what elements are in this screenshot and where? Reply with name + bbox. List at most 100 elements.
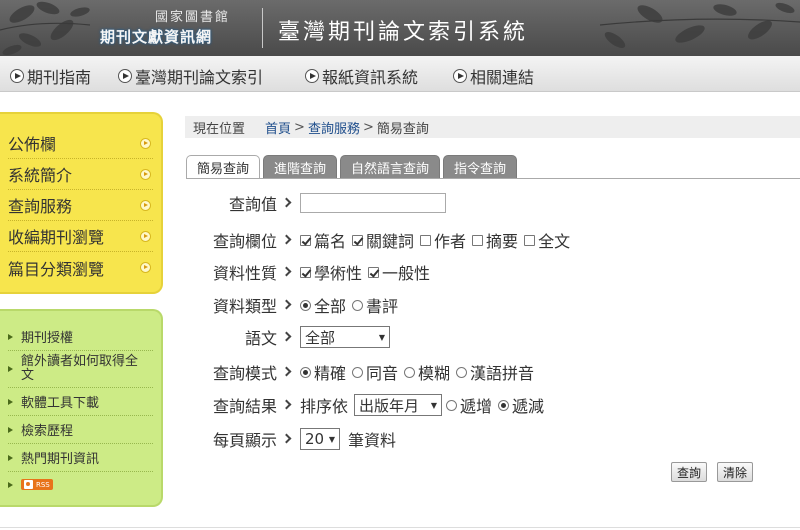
breadcrumb-home-link[interactable]: 首頁 <box>265 118 291 137</box>
side-link-label: 檢索歷程 <box>21 424 74 439</box>
mode-option-pinyin[interactable]: 漢語拼音 <box>456 360 534 384</box>
checkbox-checked[interactable] <box>352 234 364 246</box>
triangle-right-icon <box>8 333 13 340</box>
query-result-label: 查詢結果 <box>212 397 277 416</box>
checkbox-unchecked[interactable] <box>420 234 432 246</box>
nav-item-journal-guide[interactable]: 期刊指南 <box>10 64 91 88</box>
nav-item-related-links[interactable]: 相關連結 <box>453 64 534 88</box>
system-title[interactable]: 臺灣期刊論文索引系統 <box>278 14 528 46</box>
triangle-right-icon <box>8 454 13 461</box>
side-link-authorization[interactable]: 期刊授權 <box>8 323 153 351</box>
mode-option-exact[interactable]: 精確 <box>300 360 346 384</box>
sort-option-descending[interactable]: 遞減 <box>498 393 544 417</box>
option-label: 全文 <box>538 232 571 251</box>
field-option-fulltext[interactable]: 全文 <box>524 228 570 252</box>
clear-button[interactable]: 清除 <box>717 462 754 482</box>
sort-selected-value: 出版年月 <box>359 396 420 415</box>
nav-item-label: 相關連結 <box>470 68 535 87</box>
radio-unselected[interactable] <box>446 399 458 411</box>
side-item-label: 查詢服務 <box>8 197 73 216</box>
side-item-category-browse[interactable]: 篇目分類瀏覽 <box>8 252 153 283</box>
radio-selected[interactable] <box>300 299 311 311</box>
query-value-input[interactable] <box>300 193 446 213</box>
nav-item-newspaper[interactable]: 報紙資訊系統 <box>305 64 418 88</box>
checkbox-unchecked[interactable] <box>472 234 484 246</box>
radio-unselected[interactable] <box>456 366 468 378</box>
side-link-rss[interactable]: RSS <box>8 472 153 497</box>
mode-option-homophone[interactable]: 同音 <box>352 360 398 384</box>
tab-simple-search[interactable]: 簡易查詢 <box>186 155 261 179</box>
radio-unselected[interactable] <box>404 366 416 378</box>
checkbox-checked[interactable] <box>300 234 311 246</box>
tab-advanced-search[interactable]: 進階查詢 <box>263 155 338 179</box>
side-link-label: 期刊授權 <box>21 331 74 346</box>
breadcrumb-separator: > <box>294 119 305 135</box>
breadcrumb-section-link[interactable]: 查詢服務 <box>308 118 360 137</box>
option-label: 遞增 <box>460 397 493 416</box>
triangle-right-icon <box>8 426 13 433</box>
tab-underline <box>186 178 800 179</box>
dropdown-arrow-icon: ▼ <box>430 400 438 410</box>
nav-item-taiwan-index[interactable]: 臺灣期刊論文索引 <box>118 64 263 88</box>
radio-unselected[interactable] <box>352 299 364 311</box>
sort-field-select[interactable]: 出版年月 ▼ <box>354 394 443 416</box>
sort-option-ascending[interactable]: 遞增 <box>446 393 492 417</box>
checkbox-unchecked[interactable] <box>524 234 536 246</box>
field-option-keyword[interactable]: 關鍵詞 <box>352 228 414 252</box>
nature-option-academic[interactable]: 學術性 <box>300 260 362 284</box>
side-link-popular-journals[interactable]: 熱門期刊資訊 <box>8 444 153 472</box>
option-label: 一般性 <box>382 264 431 283</box>
side-link-label: 館外讀者如何取得全文 <box>21 354 139 383</box>
side-link-search-history[interactable]: 檢索歷程 <box>8 416 153 444</box>
side-item-intro[interactable]: 系統簡介 <box>8 159 153 190</box>
row-query-result: 查詢結果 排序依 出版年月 ▼ 遞增 遞減 <box>185 393 550 417</box>
per-page-select[interactable]: 20 ▼ <box>300 428 340 450</box>
side-item-journal-browse[interactable]: 收編期刊瀏覽 <box>8 221 153 252</box>
checkbox-checked[interactable] <box>300 266 311 278</box>
rss-badge[interactable]: RSS <box>21 479 53 490</box>
arrow-circle-icon <box>140 168 151 180</box>
type-option-all[interactable]: 全部 <box>300 293 346 317</box>
per-page-label: 每頁顯示 <box>212 431 277 450</box>
org-subtitle: 國家圖書館 <box>155 10 231 25</box>
footer-divider <box>0 527 800 528</box>
radio-selected[interactable] <box>300 366 311 378</box>
chevron-right-icon <box>281 234 292 244</box>
play-circle-icon <box>453 69 467 83</box>
breadcrumb: 現在位置 首頁 > 查詢服務 > 簡易查詢 <box>185 116 800 138</box>
query-value-label: 查詢值 <box>228 195 277 214</box>
option-label: 篇名 <box>314 232 347 251</box>
type-option-review[interactable]: 書評 <box>352 293 398 317</box>
side-item-bulletin[interactable]: 公佈欄 <box>8 128 153 159</box>
field-option-abstract[interactable]: 摘要 <box>472 228 518 252</box>
site-header: 國家圖書館 期刊文獻資訊網 臺灣期刊論文索引系統 <box>0 0 800 56</box>
search-button[interactable]: 查詢 <box>671 462 708 482</box>
language-label: 語文 <box>244 329 277 348</box>
nature-option-general[interactable]: 一般性 <box>368 260 430 284</box>
main-side-menu: 公佈欄 系統簡介 查詢服務 收編期刊瀏覽 篇目分類瀏覽 <box>0 112 163 294</box>
side-item-label: 公佈欄 <box>8 135 57 154</box>
side-item-search-service[interactable]: 查詢服務 <box>8 190 153 221</box>
row-language: 語文 全部 ▼ <box>185 325 390 349</box>
nav-item-label: 報紙資訊系統 <box>322 68 419 87</box>
tab-command-search[interactable]: 指令查詢 <box>443 155 518 179</box>
option-label: 作者 <box>434 232 467 251</box>
row-query-mode: 查詢模式 精確 同音 模糊 漢語拼音 <box>185 360 540 384</box>
data-type-label: 資料類型 <box>212 297 277 316</box>
radio-selected[interactable] <box>498 399 510 411</box>
side-link-software-download[interactable]: 軟體工具下載 <box>8 388 153 416</box>
org-name[interactable]: 期刊文獻資訊網 <box>100 26 212 47</box>
tab-natural-language-search[interactable]: 自然語言查詢 <box>340 155 441 179</box>
side-item-label: 收編期刊瀏覽 <box>8 228 105 247</box>
chevron-right-icon <box>281 399 292 409</box>
side-link-fulltext-access[interactable]: 館外讀者如何取得全文 <box>8 351 153 388</box>
radio-unselected[interactable] <box>352 366 364 378</box>
field-option-title[interactable]: 篇名 <box>300 228 346 252</box>
mode-option-fuzzy[interactable]: 模糊 <box>404 360 450 384</box>
field-option-author[interactable]: 作者 <box>420 228 466 252</box>
triangle-right-icon <box>8 366 13 372</box>
language-select[interactable]: 全部 ▼ <box>300 326 390 348</box>
option-label: 遞減 <box>512 397 545 416</box>
checkbox-checked[interactable] <box>368 266 380 278</box>
option-label: 關鍵詞 <box>366 232 415 251</box>
